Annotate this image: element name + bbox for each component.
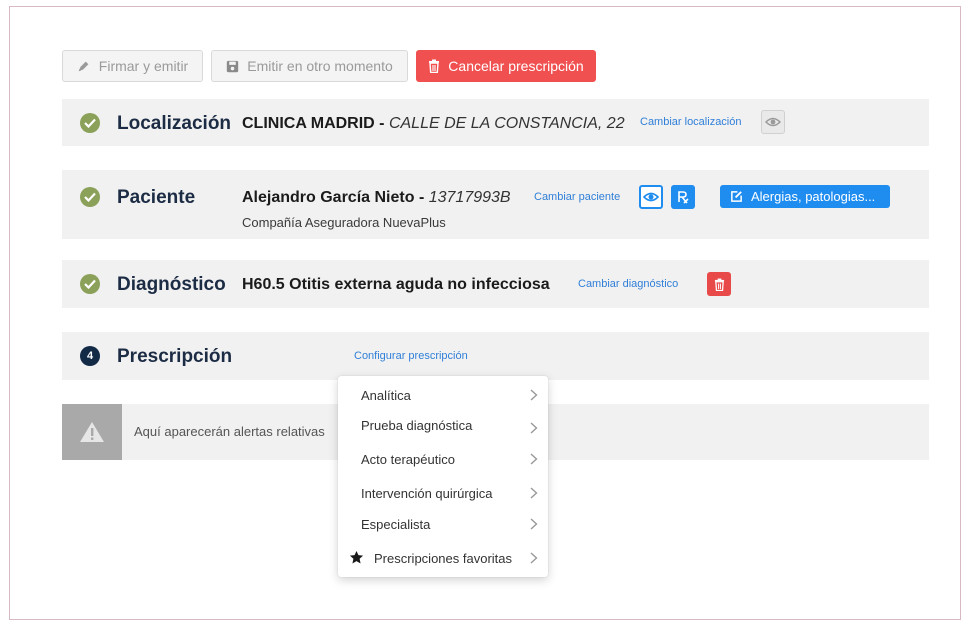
diagnosis-value: H60.5 Otitis externa aguda no infecciosa — [242, 276, 550, 293]
patient-section: Paciente Alejandro García Nieto - 137179… — [62, 170, 929, 239]
location-address: CALLE DE LA CONSTANCIA, 22 — [388, 115, 625, 132]
menu-item-label: Analítica — [361, 388, 411, 403]
issue-later-label: Emitir en otro momento — [247, 58, 393, 74]
allergies-label: Alergias, patologias... — [751, 189, 876, 204]
location-separator: - — [374, 115, 389, 132]
prescription-title: Prescripción — [117, 346, 233, 367]
trash-icon — [714, 278, 724, 291]
delete-diagnosis-button[interactable] — [707, 272, 731, 296]
patient-insurer: Compañía Aseguradora NuevaPlus — [242, 215, 446, 230]
pen-icon — [78, 61, 89, 72]
eye-icon — [765, 117, 781, 127]
chevron-right-icon — [530, 487, 538, 499]
chevron-right-icon — [530, 422, 538, 434]
edit-icon — [731, 191, 742, 202]
view-location-button[interactable] — [761, 110, 785, 134]
chevron-right-icon — [530, 518, 538, 530]
patient-value: Alejandro García Nieto - 13717993B — [242, 189, 511, 207]
menu-item-label: Prueba diagnóstica — [361, 418, 473, 433]
cancel-prescription-button[interactable]: Cancelar prescripción — [416, 50, 596, 82]
step-number-badge: 4 — [80, 346, 100, 366]
change-patient-link[interactable]: Cambiar paciente — [534, 191, 620, 203]
sign-and-issue-label: Firmar y emitir — [98, 58, 189, 74]
menu-item-label: Especialista — [361, 517, 431, 532]
configure-prescription-menu: Analítica Prueba diagnóstica Acto terapé… — [338, 376, 548, 577]
trash-icon — [429, 59, 440, 73]
menu-item-prueba-diagnostica[interactable]: Prueba diagnóstica — [338, 411, 548, 441]
menu-item-prescripciones-favoritas[interactable]: Prescripciones favoritas — [338, 544, 548, 574]
location-section: Localización CLINICA MADRID - CALLE DE L… — [62, 99, 929, 146]
warning-icon — [80, 422, 104, 442]
check-circle-icon — [80, 113, 100, 133]
prescription-rx-icon — [678, 191, 689, 204]
eye-icon — [643, 192, 659, 202]
location-value: CLINICA MADRID - CALLE DE LA CONSTANCIA,… — [242, 115, 625, 133]
change-diagnosis-link[interactable]: Cambiar diagnóstico — [578, 278, 678, 290]
patient-name: Alejandro García Nieto — [242, 189, 415, 206]
sign-and-issue-button[interactable]: Firmar y emitir — [62, 50, 203, 82]
prescription-section: 4 Prescripción Configurar prescripción — [62, 332, 929, 380]
location-title: Localización — [117, 113, 232, 134]
menu-item-label: Intervención quirúrgica — [361, 486, 493, 501]
prescription-history-button[interactable] — [671, 185, 695, 209]
menu-item-especialista[interactable]: Especialista — [338, 510, 548, 540]
issue-later-button[interactable]: Emitir en otro momento — [211, 50, 408, 82]
chevron-right-icon — [530, 389, 538, 401]
change-location-link[interactable]: Cambiar localización — [640, 116, 742, 128]
menu-item-label: Acto terapéutico — [361, 452, 455, 467]
chevron-right-icon — [530, 552, 538, 564]
chevron-right-icon — [530, 453, 538, 465]
menu-item-acto-terapeutico[interactable]: Acto terapéutico — [338, 445, 548, 475]
check-circle-icon — [80, 274, 100, 294]
patient-title: Paciente — [117, 187, 196, 208]
menu-item-label: Prescripciones favoritas — [374, 551, 512, 566]
check-circle-icon — [80, 187, 100, 207]
allergies-button[interactable]: Alergias, patologias... — [720, 185, 890, 208]
view-patient-button[interactable] — [639, 185, 663, 209]
diagnosis-section: Diagnóstico H60.5 Otitis externa aguda n… — [62, 260, 929, 308]
diagnosis-title: Diagnóstico — [117, 274, 226, 295]
menu-item-analitica[interactable]: Analítica — [338, 381, 548, 411]
patient-id: 13717993B — [428, 189, 511, 206]
menu-item-intervencion-quirurgica[interactable]: Intervención quirúrgica — [338, 479, 548, 509]
cancel-prescription-label: Cancelar prescripción — [448, 58, 584, 74]
star-icon — [349, 550, 364, 564]
alert-icon-box — [62, 404, 122, 460]
save-icon — [227, 60, 239, 72]
alert-text: Aquí aparecerán alertas relativas — [134, 424, 325, 439]
location-name: CLINICA MADRID — [242, 115, 375, 132]
configure-prescription-link[interactable]: Configurar prescripción — [354, 350, 468, 362]
patient-separator: - — [414, 189, 429, 206]
